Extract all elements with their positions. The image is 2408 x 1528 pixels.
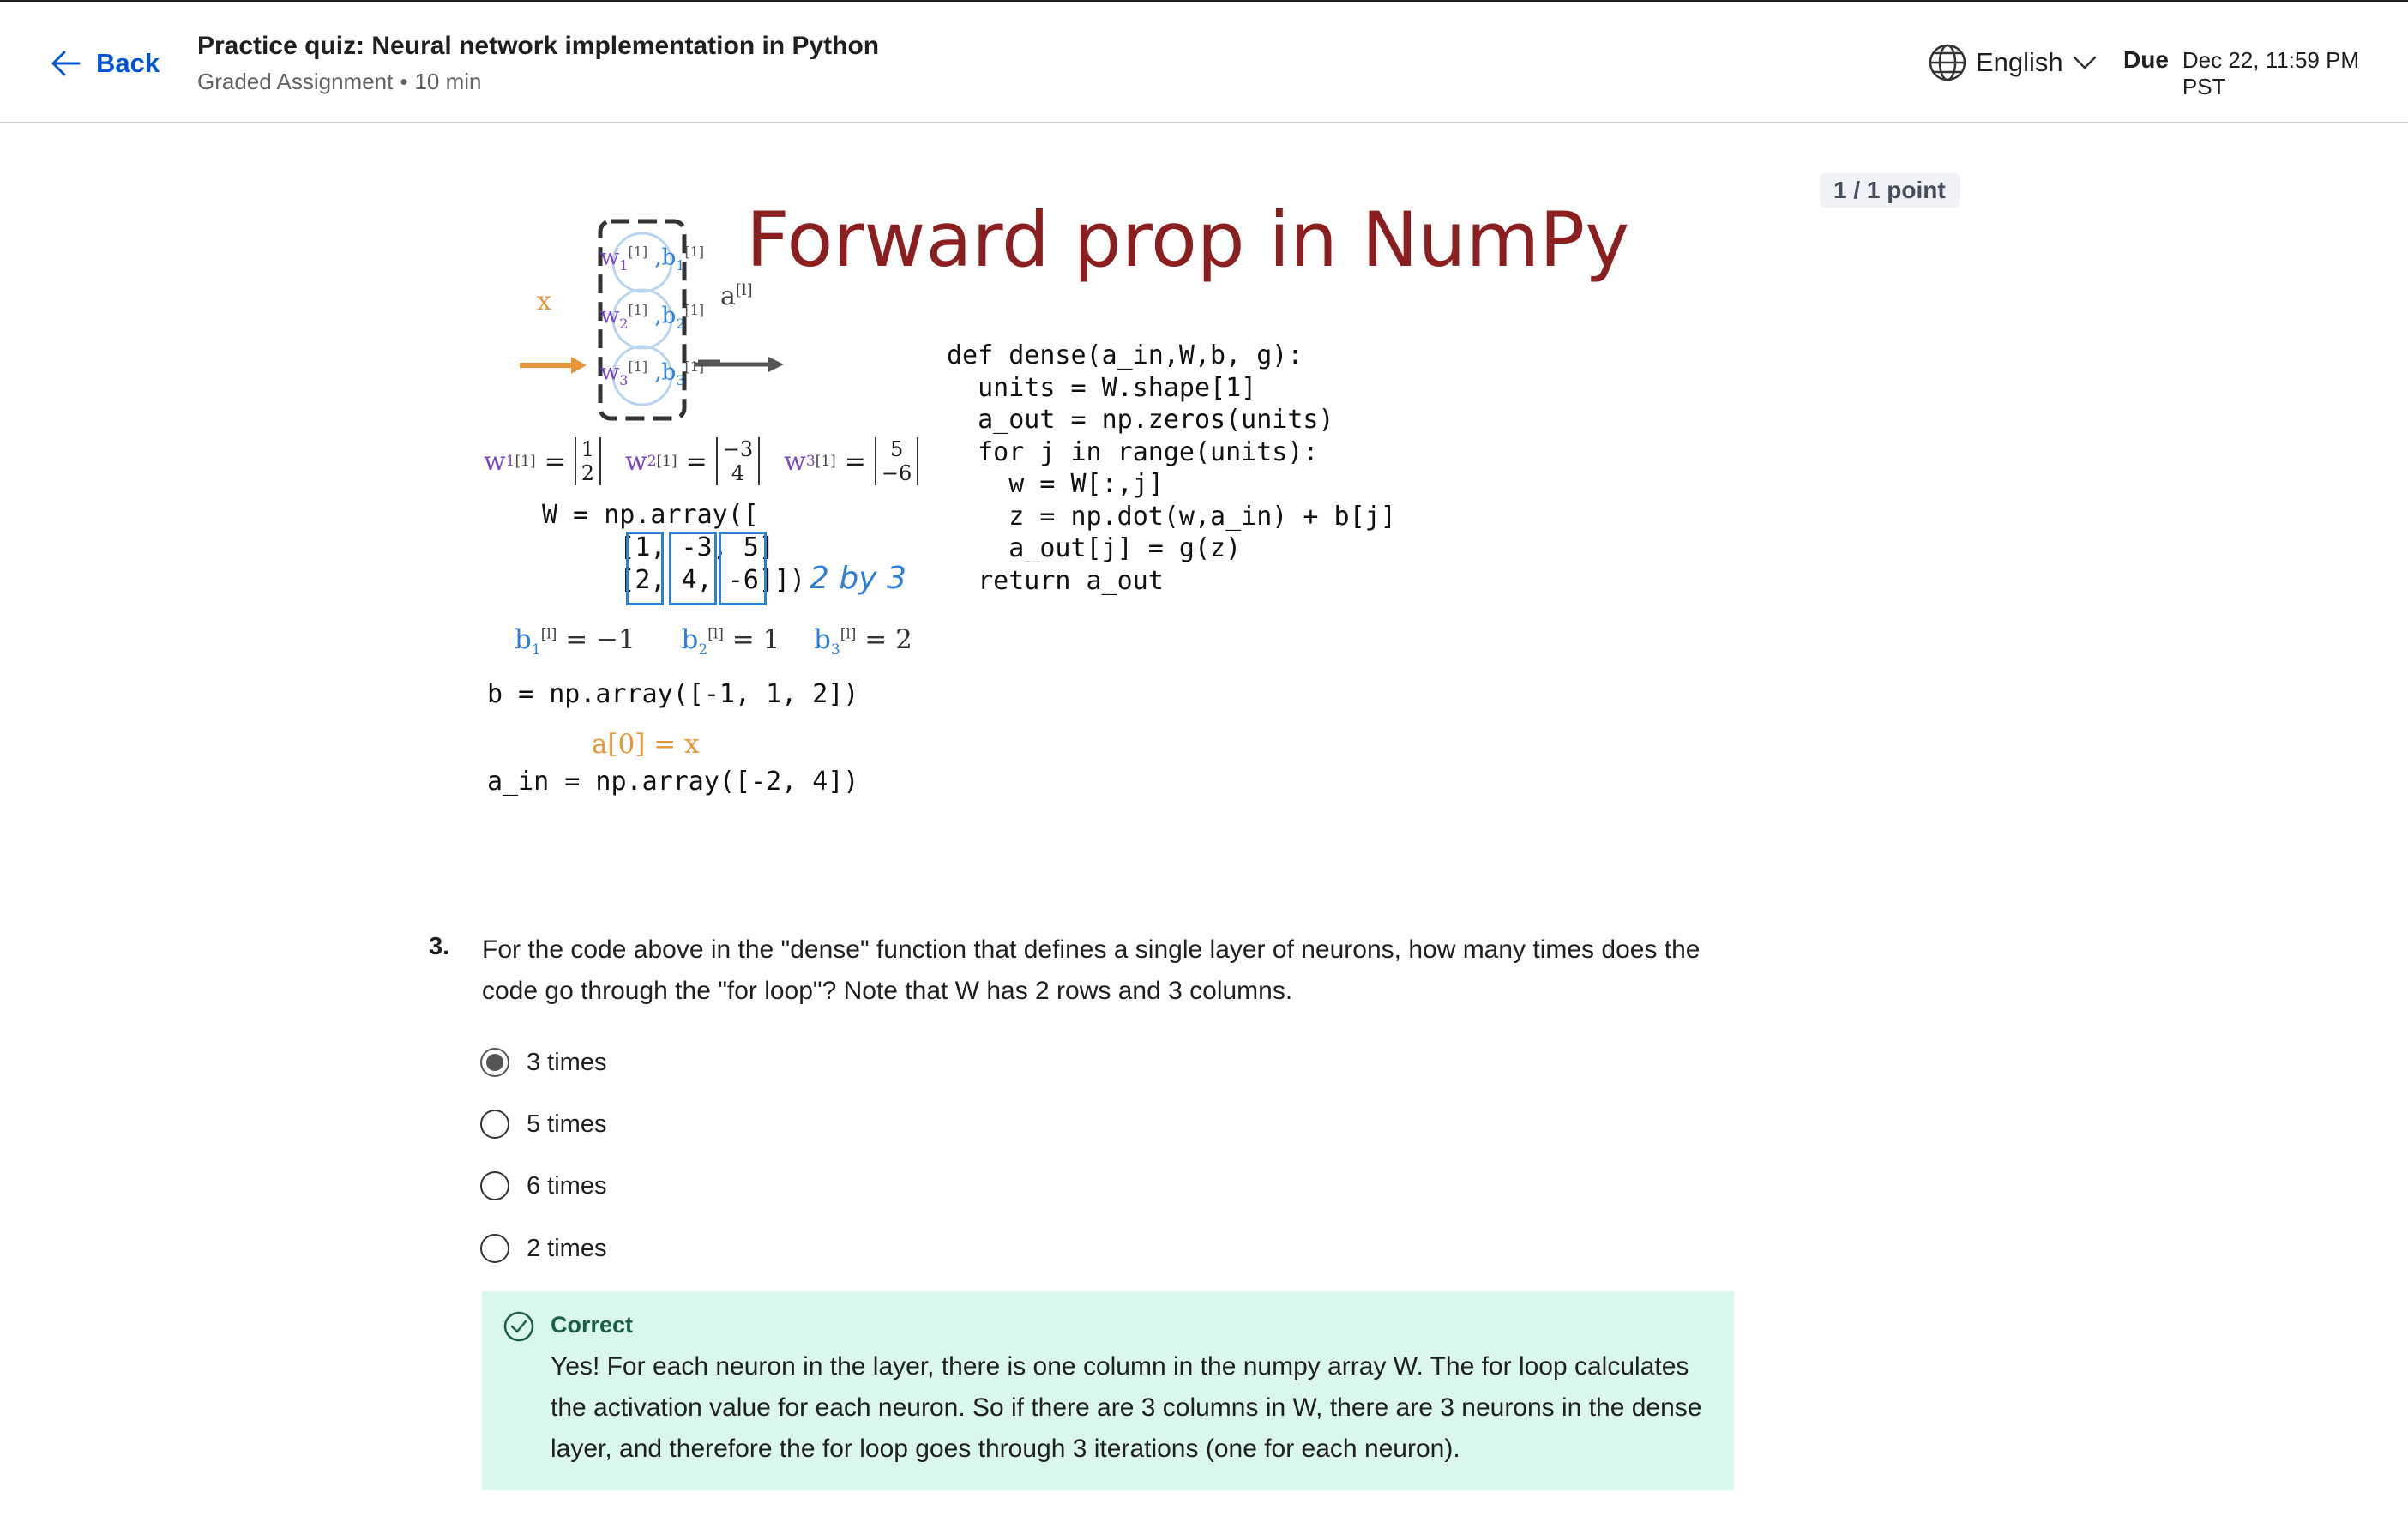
back-button[interactable]: Back bbox=[50, 43, 160, 84]
radio-unselected[interactable] bbox=[480, 1110, 509, 1139]
quiz-meta: Graded Assignment • 10 min bbox=[197, 65, 879, 98]
output-a-text: a bbox=[720, 281, 736, 311]
bias-equations: b1[l] = −1 b2[l] = 1 b3[l] = 2 bbox=[515, 624, 912, 659]
arrow-left-icon bbox=[51, 51, 81, 76]
option-label: 5 times bbox=[527, 1110, 607, 1138]
radio-dot bbox=[486, 1054, 503, 1071]
w1-top: 1 bbox=[581, 437, 595, 461]
option-5-times[interactable]: 5 times bbox=[480, 1110, 606, 1139]
code-ain-array: a_in = np.array([-2, 4]) bbox=[487, 767, 859, 797]
option-3-times[interactable]: 3 times bbox=[480, 1048, 606, 1077]
option-label: 3 times bbox=[527, 1048, 607, 1076]
language-selector[interactable]: English bbox=[1928, 41, 2098, 84]
b1-value: = −1 bbox=[565, 624, 635, 655]
feedback-text: Yes! For each neuron in the layer, there… bbox=[551, 1352, 1702, 1463]
a0-equation: a[0] = x bbox=[592, 729, 700, 760]
question-number: 3. bbox=[429, 933, 450, 960]
w1-bottom: 2 bbox=[581, 461, 595, 485]
w1-vector: 12 bbox=[574, 437, 602, 485]
due-value: Dec 22, 11:59 PM PST bbox=[2182, 47, 2360, 99]
code-dense-function: def dense(a_in,W,b, g): units = W.shape[… bbox=[947, 340, 1396, 596]
column-highlight-3 bbox=[719, 532, 767, 605]
b3-value: = 2 bbox=[864, 624, 912, 655]
option-label: 6 times bbox=[527, 1171, 607, 1200]
column-highlight-1 bbox=[626, 532, 664, 605]
slide-title: Forward prop in NumPy bbox=[746, 196, 1630, 284]
quiz-title: Practice quiz: Neural network implementa… bbox=[197, 32, 880, 60]
radio-selected[interactable] bbox=[480, 1048, 509, 1077]
neuron-3-label: w3[1] ,b3[1] bbox=[600, 358, 705, 388]
language-label: English bbox=[1976, 47, 2063, 77]
option-2-times[interactable]: 2 times bbox=[480, 1234, 606, 1263]
radio-unselected[interactable] bbox=[480, 1171, 509, 1200]
weight-vectors: w 1 [1] = 12 w 2 [1] = −3 4 w 3 [1] = 5 −6 bbox=[484, 437, 919, 485]
output-arrow bbox=[695, 357, 784, 372]
option-label: 2 times bbox=[527, 1234, 607, 1262]
w2-vector: −3 4 bbox=[715, 437, 761, 485]
w3-vector: 5 −6 bbox=[874, 437, 919, 485]
feedback-panel: Correct Yes! For each neuron in the laye… bbox=[482, 1291, 1734, 1490]
check-circle-icon bbox=[503, 1311, 534, 1342]
w3-bottom: −6 bbox=[881, 461, 912, 485]
handwritten-note: 2 by 3 bbox=[810, 561, 906, 596]
due-label: Due bbox=[2123, 46, 2169, 73]
code-b-array: b = np.array([-1, 1, 2]) bbox=[487, 679, 859, 709]
feedback-status: Correct bbox=[551, 1312, 634, 1338]
radio-unselected[interactable] bbox=[480, 1234, 509, 1263]
neuron-2-label: w2[1] ,b2[1] bbox=[600, 302, 705, 332]
assignment-type: Graded Assignment bbox=[197, 69, 394, 94]
b2-value: = 1 bbox=[731, 624, 780, 655]
question-text: For the code above in the "dense" functi… bbox=[482, 935, 1701, 1005]
output-a-label: a[l] bbox=[720, 281, 753, 311]
due-date: Due Dec 22, 11:59 PM PST bbox=[2123, 46, 2408, 100]
back-label: Back bbox=[96, 48, 160, 78]
w2-top: −3 bbox=[722, 437, 754, 461]
score-badge: 1 / 1 point bbox=[1820, 173, 1960, 208]
globe-icon bbox=[1929, 44, 1966, 81]
w2-bottom: 4 bbox=[731, 461, 745, 485]
lecture-slide-image: Forward prop in NumPy w1[1] ,b1[1] w2[1]… bbox=[463, 189, 1646, 823]
w3-top: 5 bbox=[889, 437, 904, 461]
quiz-heading: Practice quiz: Neural network implementa… bbox=[197, 27, 879, 98]
chevron-down-icon bbox=[2073, 56, 2096, 69]
column-highlight-2 bbox=[669, 532, 717, 605]
neuron-1-label: w1[1] ,b1[1] bbox=[600, 244, 705, 274]
option-6-times[interactable]: 6 times bbox=[480, 1171, 606, 1200]
quiz-duration: 10 min bbox=[414, 69, 482, 94]
meta-separator: • bbox=[400, 69, 408, 94]
top-bar: Back Practice quiz: Neural network imple… bbox=[0, 0, 2408, 123]
input-x-label: x bbox=[537, 286, 551, 316]
